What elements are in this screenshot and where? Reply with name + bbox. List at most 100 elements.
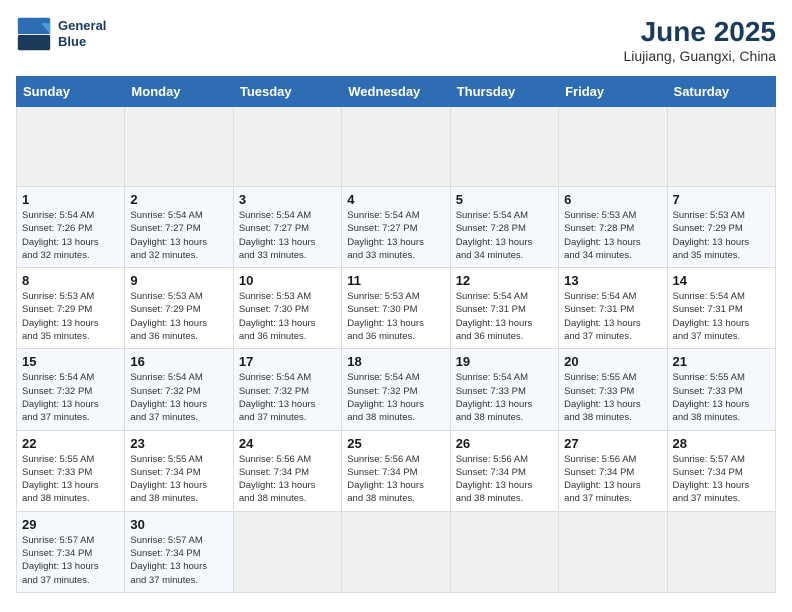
- calendar-empty-cell: [125, 107, 233, 187]
- day-number: 21: [673, 354, 770, 369]
- calendar-day-12: 12 Sunrise: 5:54 AM Sunset: 7:31 PM Dayli…: [450, 268, 558, 349]
- day-number: 1: [22, 192, 119, 207]
- day-number: 24: [239, 436, 336, 451]
- weekday-header-saturday: Saturday: [667, 77, 775, 107]
- calendar-day-19: 19 Sunrise: 5:54 AM Sunset: 7:33 PM Dayli…: [450, 349, 558, 430]
- day-info: Sunrise: 5:56 AM Sunset: 7:34 PM Dayligh…: [347, 453, 444, 506]
- day-info: Sunrise: 5:57 AM Sunset: 7:34 PM Dayligh…: [673, 453, 770, 506]
- day-number: 30: [130, 517, 227, 532]
- day-number: 18: [347, 354, 444, 369]
- day-number: 29: [22, 517, 119, 532]
- day-info: Sunrise: 5:55 AM Sunset: 7:33 PM Dayligh…: [673, 371, 770, 424]
- day-info: Sunrise: 5:57 AM Sunset: 7:34 PM Dayligh…: [130, 534, 227, 587]
- calendar-day-8: 8 Sunrise: 5:53 AM Sunset: 7:29 PM Daylig…: [17, 268, 125, 349]
- calendar-day-11: 11Sunrise: 5:53 AM Sunset: 7:30 PM Dayli…: [342, 268, 450, 349]
- day-info: Sunrise: 5:53 AM Sunset: 7:29 PM Dayligh…: [130, 290, 227, 343]
- calendar-week-row: 1 Sunrise: 5:54 AM Sunset: 7:26 PM Daylig…: [17, 187, 776, 268]
- calendar-empty-cell: [342, 511, 450, 592]
- calendar-empty-cell: [17, 107, 125, 187]
- day-info: Sunrise: 5:53 AM Sunset: 7:30 PM Dayligh…: [347, 290, 444, 343]
- day-info: Sunrise: 5:54 AM Sunset: 7:31 PM Dayligh…: [456, 290, 553, 343]
- day-info: Sunrise: 5:56 AM Sunset: 7:34 PM Dayligh…: [456, 453, 553, 506]
- weekday-header-tuesday: Tuesday: [233, 77, 341, 107]
- day-number: 14: [673, 273, 770, 288]
- day-info: Sunrise: 5:54 AM Sunset: 7:32 PM Dayligh…: [239, 371, 336, 424]
- day-number: 8: [22, 273, 119, 288]
- day-info: Sunrise: 5:54 AM Sunset: 7:28 PM Dayligh…: [456, 209, 553, 262]
- calendar-day-4: 4 Sunrise: 5:54 AM Sunset: 7:27 PM Daylig…: [342, 187, 450, 268]
- day-info: Sunrise: 5:55 AM Sunset: 7:33 PM Dayligh…: [22, 453, 119, 506]
- day-info: Sunrise: 5:53 AM Sunset: 7:29 PM Dayligh…: [22, 290, 119, 343]
- day-number: 23: [130, 436, 227, 451]
- calendar-day-18: 18 Sunrise: 5:54 AM Sunset: 7:32 PM Dayli…: [342, 349, 450, 430]
- calendar-empty-cell: [667, 107, 775, 187]
- day-info: Sunrise: 5:54 AM Sunset: 7:27 PM Dayligh…: [130, 209, 227, 262]
- calendar-empty-cell: [233, 107, 341, 187]
- logo-text: General Blue: [58, 18, 106, 49]
- calendar-day-26: 26Sunrise: 5:56 AM Sunset: 7:34 PM Dayli…: [450, 430, 558, 511]
- day-number: 25: [347, 436, 444, 451]
- month-title: June 2025: [623, 16, 776, 48]
- calendar-day-5: 5 Sunrise: 5:54 AM Sunset: 7:28 PM Daylig…: [450, 187, 558, 268]
- day-info: Sunrise: 5:54 AM Sunset: 7:33 PM Dayligh…: [456, 371, 553, 424]
- day-number: 12: [456, 273, 553, 288]
- calendar-day-14: 14Sunrise: 5:54 AM Sunset: 7:31 PM Dayli…: [667, 268, 775, 349]
- calendar-day-17: 17 Sunrise: 5:54 AM Sunset: 7:32 PM Dayli…: [233, 349, 341, 430]
- calendar-week-row: 15Sunrise: 5:54 AM Sunset: 7:32 PM Dayli…: [17, 349, 776, 430]
- calendar-day-1: 1 Sunrise: 5:54 AM Sunset: 7:26 PM Daylig…: [17, 187, 125, 268]
- calendar-header-row: SundayMondayTuesdayWednesdayThursdayFrid…: [17, 77, 776, 107]
- calendar-day-23: 23 Sunrise: 5:55 AM Sunset: 7:34 PM Dayli…: [125, 430, 233, 511]
- day-info: Sunrise: 5:53 AM Sunset: 7:29 PM Dayligh…: [673, 209, 770, 262]
- calendar-day-7: 7 Sunrise: 5:53 AM Sunset: 7:29 PM Daylig…: [667, 187, 775, 268]
- calendar-week-row: 22 Sunrise: 5:55 AM Sunset: 7:33 PM Dayli…: [17, 430, 776, 511]
- day-number: 19: [456, 354, 553, 369]
- day-number: 28: [673, 436, 770, 451]
- day-number: 7: [673, 192, 770, 207]
- day-info: Sunrise: 5:54 AM Sunset: 7:32 PM Dayligh…: [22, 371, 119, 424]
- day-info: Sunrise: 5:54 AM Sunset: 7:32 PM Dayligh…: [347, 371, 444, 424]
- calendar-week-row: 29 Sunrise: 5:57 AM Sunset: 7:34 PM Dayli…: [17, 511, 776, 592]
- day-info: Sunrise: 5:55 AM Sunset: 7:34 PM Dayligh…: [130, 453, 227, 506]
- logo-line1: General: [58, 18, 106, 34]
- weekday-header-monday: Monday: [125, 77, 233, 107]
- day-number: 2: [130, 192, 227, 207]
- calendar-empty-cell: [559, 511, 667, 592]
- calendar-week-row: [17, 107, 776, 187]
- calendar-empty-cell: [233, 511, 341, 592]
- calendar-body: 1 Sunrise: 5:54 AM Sunset: 7:26 PM Daylig…: [17, 107, 776, 593]
- day-info: Sunrise: 5:54 AM Sunset: 7:31 PM Dayligh…: [564, 290, 661, 343]
- calendar-day-29: 29 Sunrise: 5:57 AM Sunset: 7:34 PM Dayli…: [17, 511, 125, 592]
- calendar-day-22: 22 Sunrise: 5:55 AM Sunset: 7:33 PM Dayli…: [17, 430, 125, 511]
- day-number: 4: [347, 192, 444, 207]
- day-number: 9: [130, 273, 227, 288]
- day-info: Sunrise: 5:57 AM Sunset: 7:34 PM Dayligh…: [22, 534, 119, 587]
- day-number: 17: [239, 354, 336, 369]
- calendar-day-9: 9 Sunrise: 5:53 AM Sunset: 7:29 PM Daylig…: [125, 268, 233, 349]
- day-number: 3: [239, 192, 336, 207]
- day-number: 5: [456, 192, 553, 207]
- calendar-day-15: 15Sunrise: 5:54 AM Sunset: 7:32 PM Dayli…: [17, 349, 125, 430]
- calendar-day-16: 16Sunrise: 5:54 AM Sunset: 7:32 PM Dayli…: [125, 349, 233, 430]
- day-info: Sunrise: 5:54 AM Sunset: 7:27 PM Dayligh…: [347, 209, 444, 262]
- location: Liujiang, Guangxi, China: [623, 48, 776, 64]
- title-area: June 2025 Liujiang, Guangxi, China: [623, 16, 776, 64]
- calendar-day-6: 6Sunrise: 5:53 AM Sunset: 7:28 PM Daylig…: [559, 187, 667, 268]
- day-number: 22: [22, 436, 119, 451]
- logo-line2: Blue: [58, 34, 106, 50]
- logo: General Blue: [16, 16, 106, 52]
- weekday-header-friday: Friday: [559, 77, 667, 107]
- calendar-table: SundayMondayTuesdayWednesdayThursdayFrid…: [16, 76, 776, 593]
- calendar-day-13: 13 Sunrise: 5:54 AM Sunset: 7:31 PM Dayli…: [559, 268, 667, 349]
- logo-icon: [16, 16, 52, 52]
- day-number: 27: [564, 436, 661, 451]
- calendar-week-row: 8 Sunrise: 5:53 AM Sunset: 7:29 PM Daylig…: [17, 268, 776, 349]
- day-info: Sunrise: 5:53 AM Sunset: 7:30 PM Dayligh…: [239, 290, 336, 343]
- day-info: Sunrise: 5:54 AM Sunset: 7:26 PM Dayligh…: [22, 209, 119, 262]
- calendar-empty-cell: [667, 511, 775, 592]
- weekday-header-wednesday: Wednesday: [342, 77, 450, 107]
- day-info: Sunrise: 5:55 AM Sunset: 7:33 PM Dayligh…: [564, 371, 661, 424]
- day-number: 13: [564, 273, 661, 288]
- calendar-day-27: 27Sunrise: 5:56 AM Sunset: 7:34 PM Dayli…: [559, 430, 667, 511]
- page-header: General Blue June 2025 Liujiang, Guangxi…: [16, 16, 776, 64]
- calendar-day-25: 25 Sunrise: 5:56 AM Sunset: 7:34 PM Dayli…: [342, 430, 450, 511]
